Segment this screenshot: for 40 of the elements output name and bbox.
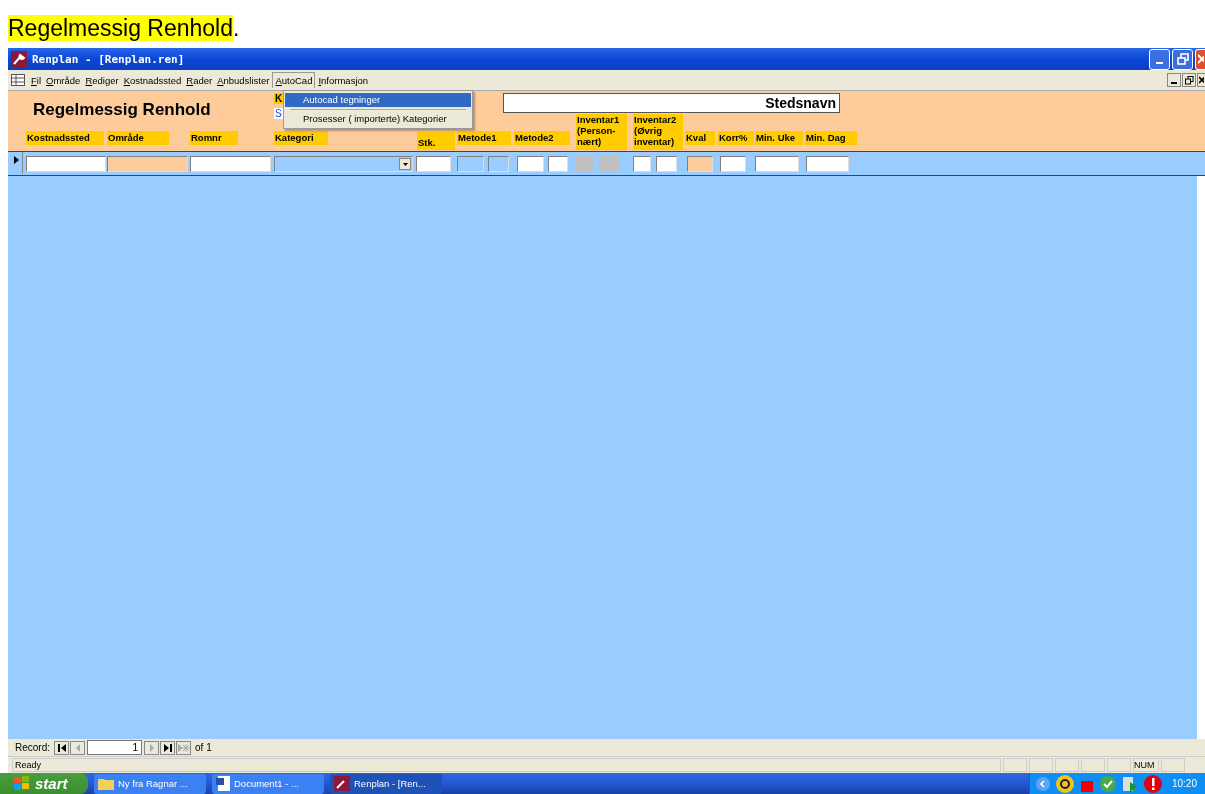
column-label: Stk. (417, 132, 455, 150)
status-indicator: NUM (1133, 758, 1159, 772)
column-label: Romnr (190, 131, 238, 145)
menu-item[interactable]: Fil (29, 72, 44, 88)
clock: 10:20 (1171, 778, 1197, 789)
page-heading: Regelmessig Renhold (8, 15, 233, 41)
field-value: S (274, 108, 283, 119)
taskbar-button[interactable]: Document1 - ... (212, 773, 324, 794)
place-name-field[interactable]: Stedsnavn (503, 93, 840, 113)
menu-item[interactable]: Anbudslister (215, 72, 272, 88)
taskbar-button[interactable]: Ny fra Ragnar ... (94, 773, 206, 794)
menu-option[interactable]: Autocad tegninger (285, 93, 471, 107)
field-label: K (274, 93, 284, 104)
status-text: Ready (12, 758, 1001, 772)
column-label: Område (107, 131, 169, 145)
menu-item[interactable]: Rader (184, 72, 215, 88)
record-number-field[interactable]: 1 (87, 740, 142, 755)
menu-item[interactable]: AutoCad (272, 72, 316, 88)
menu-item[interactable]: Rediger (83, 72, 121, 88)
form-title: Regelmessig Renhold (33, 100, 211, 120)
column-label: Metode1 (457, 131, 511, 145)
column-label: Inventar2 (Øvrig inventar) (633, 114, 683, 150)
menu-option[interactable]: Prosesser ( importerte) Kategorier (285, 112, 471, 126)
record-count: of 1 (195, 742, 212, 753)
record-label: Record: (15, 742, 50, 753)
column-label: Kostnadssted (26, 131, 104, 145)
taskbar-button[interactable]: Renplan - [Ren... (330, 773, 442, 794)
column-label: Inventar1 (Person-nært) (576, 114, 627, 150)
heading-period: . (233, 15, 240, 41)
menu-item[interactable]: Informasjon (316, 72, 371, 88)
column-label: Min. Uke (755, 131, 803, 145)
column-label: Kategori (274, 131, 328, 145)
column-label: Metode2 (514, 131, 570, 145)
column-label: Korr% (718, 131, 754, 145)
column-label: Kval (685, 131, 715, 145)
column-label: Min. Dag (805, 131, 857, 145)
window-title: Renplan - [Renplan.ren] (32, 52, 185, 66)
start-button[interactable]: start (0, 773, 88, 794)
menu-item[interactable]: Kostnadssted (121, 72, 184, 88)
menu-item[interactable]: Område (44, 72, 83, 88)
